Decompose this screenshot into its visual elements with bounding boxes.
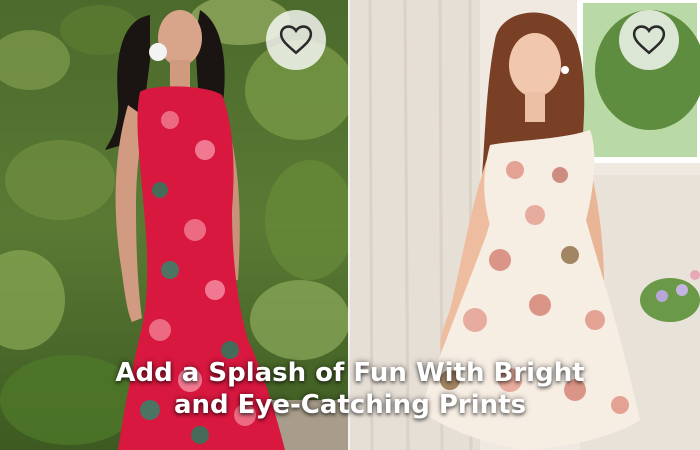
heart-outline-icon xyxy=(279,25,313,55)
banner-caption: Add a Splash of Fun With Bright and Eye-… xyxy=(0,357,700,421)
caption-line-2: and Eye-Catching Prints xyxy=(173,390,527,420)
heart-outline-icon xyxy=(632,25,666,55)
caption-line-1: Add a Splash of Fun With Bright xyxy=(115,358,585,388)
favorite-button-product-2[interactable] xyxy=(619,10,679,70)
favorite-button-product-1[interactable] xyxy=(266,10,326,70)
promo-banner: Add a Splash of Fun With Bright and Eye-… xyxy=(0,0,700,450)
